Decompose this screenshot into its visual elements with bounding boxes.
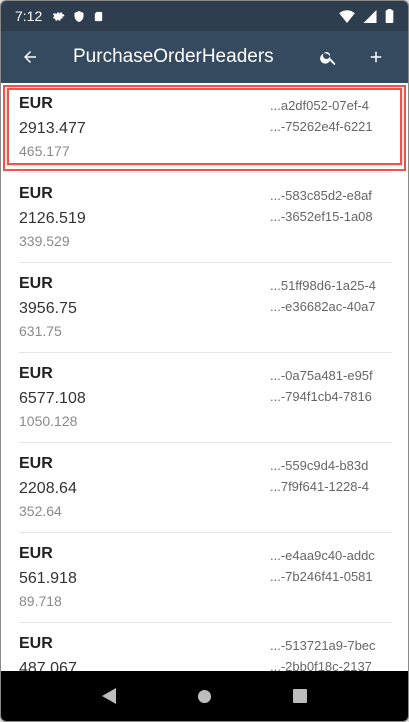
currency-label: EUR (19, 185, 53, 202)
page-title: PurchaseOrderHeaders (73, 46, 274, 67)
add-icon (370, 51, 382, 63)
tax-label: 631.75 (19, 323, 62, 339)
amount-label: 2208.64 (19, 480, 77, 497)
nav-home-button[interactable] (184, 676, 224, 716)
tax-label: 89.718 (19, 593, 62, 609)
list-item[interactable]: EUR 2126.519 339.529 583c85d2-e8af-... 3… (1, 173, 408, 263)
back-button[interactable] (1, 31, 59, 83)
id-primary: 583c85d2-e8af-... (270, 188, 372, 203)
tax-label: 1050.128 (19, 413, 78, 429)
currency-label: EUR (19, 95, 53, 112)
currency-label: EUR (19, 365, 53, 382)
tax-label: 352.64 (19, 503, 62, 519)
sd-card-icon (95, 11, 103, 21)
id-secondary: 7f9f641-1228-4... (270, 479, 370, 494)
id-secondary: 7b246f41-0581-... (270, 569, 373, 584)
id-secondary: 794f1cb4-7816-... (270, 389, 372, 404)
list-item[interactable]: EUR 2913.477 465.177 a2df052-07ef-4... 7… (1, 83, 408, 173)
currency-label: EUR (19, 455, 53, 472)
gear-icon (53, 11, 65, 21)
amount-label: 2126.519 (19, 210, 86, 227)
id-primary: 559c9d4-b83d-... (270, 458, 369, 473)
tax-label: 465.177 (19, 143, 70, 159)
triangle-back-icon (101, 688, 116, 704)
system-nav-bar (1, 671, 408, 721)
list-item[interactable]: EUR 561.918 89.718 e4aa9c40-addc-... 7b2… (1, 533, 408, 623)
nav-recents-button[interactable] (280, 676, 320, 716)
id-primary: 513721a9-7bec-... (270, 638, 376, 653)
id-primary: e4aa9c40-addc-... (270, 548, 375, 563)
id-primary: a2df052-07ef-4... (270, 98, 370, 113)
search-button[interactable] (304, 31, 352, 83)
id-secondary: e36682ac-40a7-... (270, 299, 376, 314)
currency-label: EUR (19, 275, 53, 292)
amount-label: 2913.477 (19, 120, 86, 137)
status-time: 7:12 (15, 8, 43, 24)
list-item[interactable]: EUR 6577.108 1050.128 0a75a481-e95f-... … (1, 353, 408, 443)
list-item[interactable]: EUR 2208.64 352.64 559c9d4-b83d-... 7f9f… (1, 443, 408, 533)
status-bar: 7:12 (1, 1, 408, 31)
id-secondary: 75262e4f-6221-... (270, 119, 373, 134)
circle-home-icon (197, 689, 212, 703)
tax-label: 339.529 (19, 233, 70, 249)
battery-icon (385, 9, 394, 23)
wifi-icon (339, 9, 355, 23)
shield-icon (74, 10, 84, 22)
list-item[interactable]: EUR 3956.75 631.75 51ff98d6-1a25-4... e3… (1, 263, 408, 353)
nav-back-button[interactable] (89, 676, 129, 716)
amount-label: 3956.75 (19, 300, 77, 317)
arrow-left-icon (24, 51, 36, 63)
signal-icon (363, 9, 377, 23)
search-icon (319, 51, 335, 65)
list-item[interactable]: EUR 487.067 513721a9-7bec-... 2bb0f18c-2… (1, 623, 408, 673)
phone-screen: 7:12 PurchaseOrderHeaders EUR 2913.477 4… (0, 0, 409, 722)
id-primary: 51ff98d6-1a25-4... (270, 278, 377, 293)
purchase-order-list: EUR 2913.477 465.177 a2df052-07ef-4... 7… (1, 83, 408, 673)
id-primary: 0a75a481-e95f-... (270, 368, 373, 383)
currency-label: EUR (19, 545, 53, 562)
amount-label: 561.918 (19, 570, 77, 587)
app-bar: PurchaseOrderHeaders (1, 31, 408, 83)
id-secondary: 3652ef15-1a08-... (270, 209, 373, 224)
square-recents-icon (293, 689, 308, 703)
add-button[interactable] (352, 31, 400, 83)
amount-label: 6577.108 (19, 390, 86, 407)
currency-label: EUR (19, 635, 53, 652)
